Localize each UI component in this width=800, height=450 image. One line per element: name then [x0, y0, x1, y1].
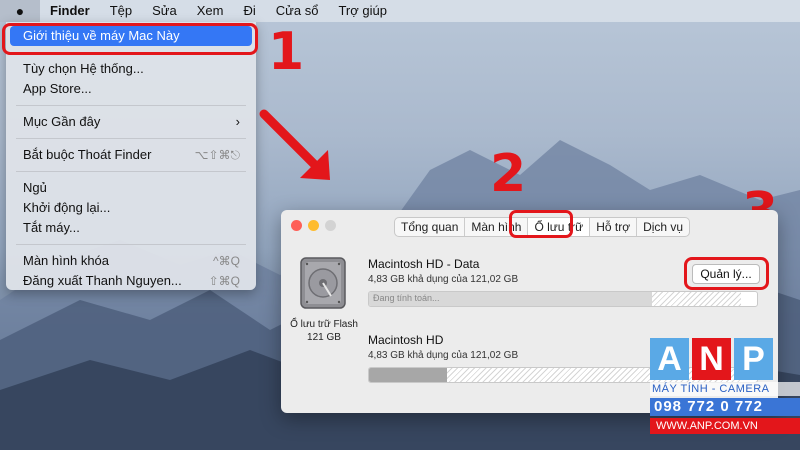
annotation-box-storage-tab: [509, 210, 573, 238]
menu-separator: [16, 138, 246, 139]
close-window-button[interactable]: [291, 220, 302, 231]
logo-website: WWW.ANP.COM.VN: [650, 418, 800, 434]
menu-item-app-store[interactable]: App Store...: [10, 79, 252, 99]
disk-type-label: Ổ lưu trữ Flash: [290, 319, 358, 330]
menu-item-logout[interactable]: Đăng xuất Thanh Nguyen... ⇧⌘Q: [10, 271, 252, 291]
storage-calculating-label: Đang tính toán...: [373, 293, 440, 303]
menu-item-lock-screen[interactable]: Màn hình khóa ^⌘Q: [10, 251, 252, 271]
menu-bar: ● Finder Tệp Sửa Xem Đi Cửa sổ Trợ giúp: [0, 0, 800, 22]
logo-letter: A: [650, 338, 689, 380]
menu-item-restart[interactable]: Khởi động lại...: [10, 198, 252, 218]
menu-item-label: Ngủ: [23, 180, 47, 195]
step-number-1: 1: [268, 22, 305, 82]
menu-go[interactable]: Đi: [233, 0, 265, 22]
menu-separator: [16, 105, 246, 106]
annotation-arrow-icon: [259, 109, 330, 180]
tab-support[interactable]: Hỗ trợ: [590, 218, 638, 236]
shortcut-label: ⌥⇧⌘⎋: [194, 148, 240, 162]
menu-item-label: Màn hình khóa: [23, 253, 110, 268]
shortcut-label: ^⌘Q: [213, 254, 240, 268]
menu-item-label: Tắt máy...: [23, 220, 80, 235]
logo-letter: P: [734, 338, 773, 380]
volume-capacity-info: 4,83 GB khả dụng của 121,02 GB: [368, 274, 519, 285]
apple-logo-icon: ●: [15, 3, 25, 19]
menu-item-label: Đăng xuất Thanh Nguyen...: [23, 273, 182, 288]
disk-size-label: 121 GB: [307, 332, 341, 343]
volume-capacity-info: 4,83 GB khả dụng của 121,02 GB: [368, 350, 519, 361]
volume-name: Macintosh HD: [368, 333, 444, 347]
annotation-box-manage: [684, 257, 769, 290]
menu-item-recent-items[interactable]: Mục Gần đây ›: [10, 112, 252, 132]
storage-usage-bar: Đang tính toán...: [368, 291, 758, 307]
annotation-box-about: [2, 23, 258, 55]
menu-app-name[interactable]: Finder: [40, 0, 100, 22]
menu-separator: [16, 244, 246, 245]
menu-help[interactable]: Trợ giúp: [328, 0, 397, 22]
zoom-window-button[interactable]: [325, 220, 336, 231]
logo-tagline: MÁY TÍNH - CAMERA: [650, 382, 800, 396]
apple-menu-button[interactable]: ●: [0, 0, 40, 22]
menu-item-label: Bắt buộc Thoát Finder: [23, 147, 152, 162]
tab-overview[interactable]: Tổng quan: [395, 218, 466, 236]
menu-item-sleep[interactable]: Ngủ: [10, 178, 252, 198]
menu-file[interactable]: Tệp: [100, 0, 142, 22]
storage-purgeable-stripes: [652, 292, 742, 306]
menu-item-system-preferences[interactable]: Tùy chọn Hệ thống...: [10, 59, 252, 79]
menu-edit[interactable]: Sửa: [142, 0, 187, 22]
apple-menu-dropdown: Giới thiệu về máy Mac Này Tùy chọn Hệ th…: [6, 22, 256, 290]
menu-item-label: Mục Gần đây: [23, 114, 101, 129]
step-number-2: 2: [490, 144, 527, 204]
chevron-right-icon: ›: [235, 114, 240, 129]
menu-item-label: Tùy chọn Hệ thống...: [23, 61, 144, 76]
menu-item-label: Khởi động lại...: [23, 200, 111, 215]
menu-item-shutdown[interactable]: Tắt máy...: [10, 218, 252, 238]
menu-view[interactable]: Xem: [187, 0, 234, 22]
minimize-window-button[interactable]: [308, 220, 319, 231]
shortcut-label: ⇧⌘Q: [208, 274, 240, 288]
menu-item-force-quit[interactable]: Bắt buộc Thoát Finder ⌥⇧⌘⎋: [10, 145, 252, 165]
volume-name: Macintosh HD - Data: [368, 257, 480, 271]
tab-service[interactable]: Dịch vụ: [637, 218, 689, 236]
flash-storage-icon: [300, 257, 346, 309]
menu-separator: [16, 171, 246, 172]
menu-item-label: App Store...: [23, 81, 92, 96]
menu-window[interactable]: Cửa sổ: [266, 0, 329, 22]
logo-letter: N: [692, 338, 731, 380]
anp-logo: A N P MÁY TÍNH - CAMERA 098 772 0 772 WW…: [650, 338, 800, 450]
storage-used-fill: [369, 368, 447, 382]
logo-phone: 098 772 0 772: [650, 398, 800, 416]
disk-caption: Ổ lưu trữ Flash 121 GB: [283, 318, 365, 344]
